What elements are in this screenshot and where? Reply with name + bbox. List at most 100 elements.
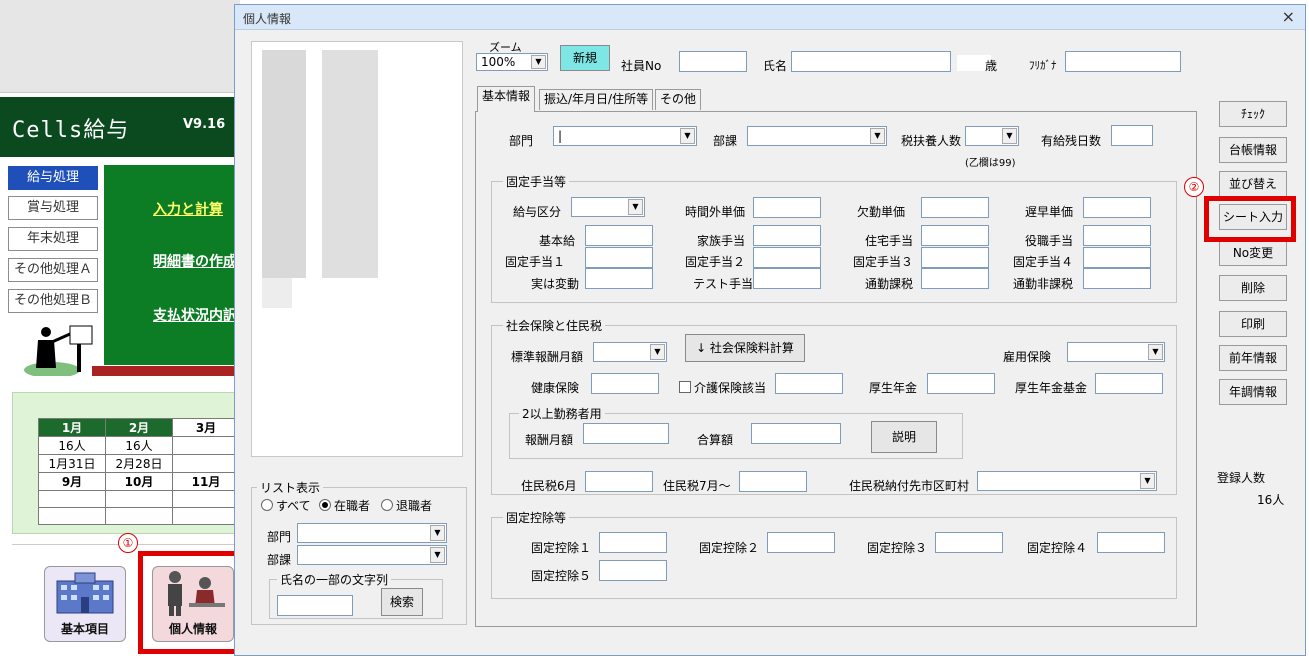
bumon-combo[interactable]: | ▼ — [553, 126, 697, 146]
menu-other-a[interactable]: その他処理Ａ — [8, 258, 98, 282]
app-title: Cells給与 — [12, 118, 130, 143]
explain-button[interactable]: 説明 — [871, 421, 937, 453]
name-search-input[interactable] — [277, 595, 353, 616]
menu-nenmatsu[interactable]: 年末処理 — [8, 227, 98, 251]
buka-combo[interactable]: ▼ — [747, 126, 887, 146]
kyuyo-kubun-combo[interactable]: ▼ — [571, 197, 645, 217]
nencho-button[interactable]: 年調情報 — [1219, 379, 1287, 405]
kosei-field[interactable] — [927, 373, 995, 394]
cal-cell: 16人 — [38, 436, 106, 455]
chikoku-field[interactable] — [1083, 197, 1151, 218]
cal-cell — [105, 507, 173, 525]
kosei-kikin-field[interactable] — [1095, 373, 1163, 394]
name-field[interactable] — [791, 51, 951, 72]
new-button[interactable]: 新規 — [560, 45, 610, 71]
radio-all[interactable]: すべて — [261, 497, 311, 514]
hoshu-field[interactable] — [583, 423, 669, 444]
kihon-button[interactable]: 基本項目 — [44, 566, 126, 642]
social-calc-button[interactable]: ↓ 社会保険料計算 — [685, 334, 805, 362]
radio-current-mark — [319, 499, 331, 511]
link-input-calc[interactable]: 入力と計算 — [153, 199, 223, 219]
jutaku-field[interactable] — [921, 225, 989, 246]
jitsu-label: 実は変動 — [531, 277, 580, 291]
kekkin-field[interactable] — [921, 197, 989, 218]
cal-cell: 2月 — [105, 418, 173, 437]
koujo5-field[interactable] — [599, 560, 667, 581]
no-change-button[interactable]: No変更 — [1219, 240, 1287, 266]
kotei1-field[interactable] — [585, 247, 653, 268]
link-shiharai[interactable]: 支払状況内訳 — [153, 305, 237, 325]
jumin7-field[interactable] — [739, 471, 807, 492]
yukyu-field[interactable] — [1111, 125, 1153, 146]
filter-bumon-combo[interactable]: ▼ — [297, 523, 447, 543]
search-button[interactable]: 検索 — [381, 588, 423, 616]
chevron-down-icon: ▼ — [1148, 344, 1163, 360]
menu-kyuyo[interactable]: 給与処理 — [8, 166, 98, 190]
close-icon[interactable]: × — [1282, 7, 1295, 26]
koyo-combo[interactable]: ▼ — [1067, 342, 1165, 362]
jitsu-field[interactable] — [585, 268, 653, 289]
jumin6-field[interactable] — [585, 471, 653, 492]
tab-furikomi[interactable]: 振込/年月日/住所等 — [539, 89, 654, 110]
kaigo-field[interactable] — [775, 373, 843, 394]
monthly-calendar: 1月 2月 3月 16人 16人 1月31日 2月28日 9月 10月 11月 — [38, 418, 240, 525]
radio-current[interactable]: 在職者 — [319, 497, 370, 514]
radio-retired[interactable]: 退職者 — [381, 497, 432, 514]
jikangai-field[interactable] — [753, 197, 821, 218]
filter-buka-combo[interactable]: ▼ — [297, 545, 447, 565]
cal-cell: 10月 — [105, 472, 173, 491]
tsukin-hikazei-field[interactable] — [1083, 268, 1151, 289]
hyojun-combo[interactable]: ▼ — [593, 342, 667, 362]
kotei4-label: 固定手当４ — [1013, 255, 1074, 269]
ledger-button[interactable]: 台帳情報 — [1219, 137, 1287, 163]
tab-basic[interactable]: 基本情報 — [477, 86, 536, 112]
test-field[interactable] — [753, 268, 821, 289]
jumin-city-combo[interactable]: ▼ — [977, 471, 1157, 491]
koujo2-field[interactable] — [767, 532, 835, 553]
koujo1-field[interactable] — [599, 532, 667, 553]
radio-all-mark — [261, 499, 273, 511]
kotei4-field[interactable] — [1083, 247, 1151, 268]
yakushoku-field[interactable] — [1083, 225, 1151, 246]
worksheet-top-area — [0, 0, 240, 93]
blurred-column — [262, 278, 292, 308]
kosei-kikin-label: 厚生年金基金 — [1015, 381, 1088, 395]
kazoku-field[interactable] — [753, 225, 821, 246]
fuyou-combo[interactable]: ▼ — [965, 126, 1019, 146]
highlight-sheet-input — [1204, 196, 1296, 242]
list-display-title: リスト表示 — [257, 479, 324, 496]
koujo3-field[interactable] — [935, 532, 1003, 553]
cal-cell: 9月 — [38, 472, 106, 491]
furigana-field[interactable] — [1065, 51, 1181, 72]
chevron-down-icon: ▼ — [870, 128, 885, 144]
kenko-field[interactable] — [591, 373, 659, 394]
chikoku-label: 遅早単価 — [1025, 205, 1074, 219]
print-button[interactable]: 印刷 — [1219, 311, 1287, 337]
gokei-field[interactable] — [751, 423, 841, 444]
kotei2-field[interactable] — [753, 247, 821, 268]
menu-other-b[interactable]: その他処理Ｂ — [8, 289, 98, 313]
yakushoku-label: 役職手当 — [1025, 234, 1074, 248]
gokei-label: 合算額 — [697, 433, 734, 447]
kihonkyu-field[interactable] — [585, 225, 653, 246]
koujo3-label: 固定控除３ — [867, 541, 928, 555]
kotei3-field[interactable] — [921, 247, 989, 268]
employee-list[interactable] — [251, 41, 463, 457]
menu-shoyo[interactable]: 賞与処理 — [8, 196, 98, 220]
delete-button[interactable]: 削除 — [1219, 275, 1287, 301]
kaigo-checkbox[interactable]: 介護保険該当 — [679, 379, 766, 396]
presenter-figure-icon — [24, 325, 93, 376]
sort-button[interactable]: 並び替え — [1219, 171, 1287, 197]
cal-cell: 1月 — [38, 418, 106, 437]
zoom-combo[interactable]: 100% ▼ — [476, 53, 548, 71]
tsukin-kazei-field[interactable] — [921, 268, 989, 289]
koujo1-label: 固定控除１ — [531, 541, 592, 555]
koujo4-field[interactable] — [1097, 532, 1165, 553]
prev-year-button[interactable]: 前年情報 — [1219, 345, 1287, 371]
tab-other[interactable]: その他 — [655, 89, 702, 110]
check-button[interactable]: ﾁｪｯｸ — [1219, 101, 1287, 127]
chevron-down-icon: ▼ — [430, 547, 445, 563]
link-meisai[interactable]: 明細書の作成 — [153, 251, 237, 271]
hoshu-label: 報酬月額 — [525, 433, 574, 447]
employee-no-field[interactable] — [679, 51, 747, 72]
